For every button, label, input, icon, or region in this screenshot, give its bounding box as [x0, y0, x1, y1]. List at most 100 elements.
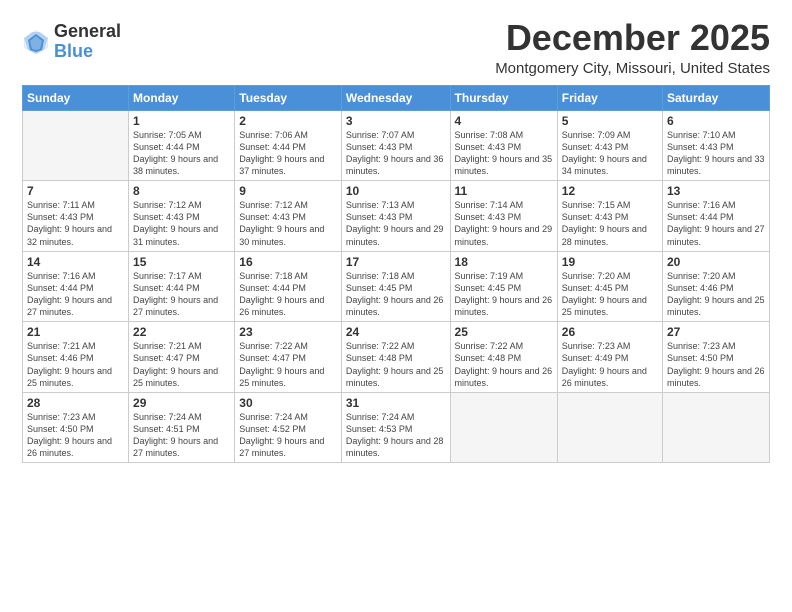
calendar-cell: 14Sunrise: 7:16 AMSunset: 4:44 PMDayligh…	[23, 251, 129, 322]
day-number: 12	[562, 184, 658, 198]
day-number: 2	[239, 114, 337, 128]
day-info: Sunrise: 7:19 AMSunset: 4:45 PMDaylight:…	[455, 270, 553, 319]
day-number: 1	[133, 114, 230, 128]
calendar-week-1: 7Sunrise: 7:11 AMSunset: 4:43 PMDaylight…	[23, 181, 770, 252]
day-number: 20	[667, 255, 765, 269]
day-info: Sunrise: 7:24 AMSunset: 4:52 PMDaylight:…	[239, 411, 337, 460]
day-info: Sunrise: 7:12 AMSunset: 4:43 PMDaylight:…	[239, 199, 337, 248]
calendar-header-row: SundayMondayTuesdayWednesdayThursdayFrid…	[23, 85, 770, 110]
calendar-week-0: 1Sunrise: 7:05 AMSunset: 4:44 PMDaylight…	[23, 110, 770, 181]
day-number: 15	[133, 255, 230, 269]
calendar-cell: 16Sunrise: 7:18 AMSunset: 4:44 PMDayligh…	[235, 251, 342, 322]
day-info: Sunrise: 7:15 AMSunset: 4:43 PMDaylight:…	[562, 199, 658, 248]
calendar-cell: 31Sunrise: 7:24 AMSunset: 4:53 PMDayligh…	[341, 392, 450, 463]
day-info: Sunrise: 7:10 AMSunset: 4:43 PMDaylight:…	[667, 129, 765, 178]
day-info: Sunrise: 7:16 AMSunset: 4:44 PMDaylight:…	[27, 270, 124, 319]
day-info: Sunrise: 7:21 AMSunset: 4:47 PMDaylight:…	[133, 340, 230, 389]
logo-icon	[22, 28, 50, 56]
day-number: 29	[133, 396, 230, 410]
calendar-cell: 12Sunrise: 7:15 AMSunset: 4:43 PMDayligh…	[557, 181, 662, 252]
day-number: 11	[455, 184, 553, 198]
page: General Blue December 2025 Montgomery Ci…	[0, 0, 792, 612]
calendar-cell: 1Sunrise: 7:05 AMSunset: 4:44 PMDaylight…	[129, 110, 235, 181]
calendar-cell: 2Sunrise: 7:06 AMSunset: 4:44 PMDaylight…	[235, 110, 342, 181]
calendar-header-saturday: Saturday	[663, 85, 770, 110]
day-number: 17	[346, 255, 446, 269]
calendar-cell: 27Sunrise: 7:23 AMSunset: 4:50 PMDayligh…	[663, 322, 770, 393]
calendar-cell: 15Sunrise: 7:17 AMSunset: 4:44 PMDayligh…	[129, 251, 235, 322]
day-info: Sunrise: 7:24 AMSunset: 4:53 PMDaylight:…	[346, 411, 446, 460]
calendar-table: SundayMondayTuesdayWednesdayThursdayFrid…	[22, 85, 770, 464]
day-info: Sunrise: 7:22 AMSunset: 4:47 PMDaylight:…	[239, 340, 337, 389]
title-area: December 2025 Montgomery City, Missouri,…	[495, 18, 770, 77]
calendar-cell: 6Sunrise: 7:10 AMSunset: 4:43 PMDaylight…	[663, 110, 770, 181]
calendar-cell: 3Sunrise: 7:07 AMSunset: 4:43 PMDaylight…	[341, 110, 450, 181]
calendar-cell: 17Sunrise: 7:18 AMSunset: 4:45 PMDayligh…	[341, 251, 450, 322]
day-number: 7	[27, 184, 124, 198]
day-number: 6	[667, 114, 765, 128]
calendar-header-wednesday: Wednesday	[341, 85, 450, 110]
calendar-header-tuesday: Tuesday	[235, 85, 342, 110]
day-info: Sunrise: 7:18 AMSunset: 4:45 PMDaylight:…	[346, 270, 446, 319]
calendar-week-2: 14Sunrise: 7:16 AMSunset: 4:44 PMDayligh…	[23, 251, 770, 322]
day-info: Sunrise: 7:23 AMSunset: 4:50 PMDaylight:…	[667, 340, 765, 389]
day-number: 31	[346, 396, 446, 410]
day-info: Sunrise: 7:20 AMSunset: 4:45 PMDaylight:…	[562, 270, 658, 319]
day-info: Sunrise: 7:17 AMSunset: 4:44 PMDaylight:…	[133, 270, 230, 319]
day-info: Sunrise: 7:18 AMSunset: 4:44 PMDaylight:…	[239, 270, 337, 319]
calendar-cell: 26Sunrise: 7:23 AMSunset: 4:49 PMDayligh…	[557, 322, 662, 393]
day-number: 25	[455, 325, 553, 339]
calendar-week-4: 28Sunrise: 7:23 AMSunset: 4:50 PMDayligh…	[23, 392, 770, 463]
day-number: 14	[27, 255, 124, 269]
day-number: 5	[562, 114, 658, 128]
day-info: Sunrise: 7:16 AMSunset: 4:44 PMDaylight:…	[667, 199, 765, 248]
calendar-cell: 23Sunrise: 7:22 AMSunset: 4:47 PMDayligh…	[235, 322, 342, 393]
location: Montgomery City, Missouri, United States	[495, 60, 770, 77]
day-info: Sunrise: 7:11 AMSunset: 4:43 PMDaylight:…	[27, 199, 124, 248]
day-info: Sunrise: 7:06 AMSunset: 4:44 PMDaylight:…	[239, 129, 337, 178]
day-info: Sunrise: 7:20 AMSunset: 4:46 PMDaylight:…	[667, 270, 765, 319]
logo-text: General Blue	[54, 22, 121, 62]
day-number: 13	[667, 184, 765, 198]
calendar-cell: 18Sunrise: 7:19 AMSunset: 4:45 PMDayligh…	[450, 251, 557, 322]
calendar-cell: 13Sunrise: 7:16 AMSunset: 4:44 PMDayligh…	[663, 181, 770, 252]
calendar-cell: 25Sunrise: 7:22 AMSunset: 4:48 PMDayligh…	[450, 322, 557, 393]
day-number: 3	[346, 114, 446, 128]
calendar-cell: 20Sunrise: 7:20 AMSunset: 4:46 PMDayligh…	[663, 251, 770, 322]
calendar-cell: 9Sunrise: 7:12 AMSunset: 4:43 PMDaylight…	[235, 181, 342, 252]
calendar-cell	[557, 392, 662, 463]
month-title: December 2025	[495, 18, 770, 58]
day-info: Sunrise: 7:09 AMSunset: 4:43 PMDaylight:…	[562, 129, 658, 178]
day-number: 8	[133, 184, 230, 198]
day-info: Sunrise: 7:24 AMSunset: 4:51 PMDaylight:…	[133, 411, 230, 460]
day-info: Sunrise: 7:22 AMSunset: 4:48 PMDaylight:…	[455, 340, 553, 389]
day-number: 10	[346, 184, 446, 198]
calendar-cell	[23, 110, 129, 181]
day-number: 21	[27, 325, 124, 339]
calendar-header-thursday: Thursday	[450, 85, 557, 110]
day-info: Sunrise: 7:05 AMSunset: 4:44 PMDaylight:…	[133, 129, 230, 178]
day-number: 4	[455, 114, 553, 128]
day-info: Sunrise: 7:12 AMSunset: 4:43 PMDaylight:…	[133, 199, 230, 248]
day-info: Sunrise: 7:21 AMSunset: 4:46 PMDaylight:…	[27, 340, 124, 389]
day-number: 28	[27, 396, 124, 410]
day-number: 27	[667, 325, 765, 339]
calendar-cell: 29Sunrise: 7:24 AMSunset: 4:51 PMDayligh…	[129, 392, 235, 463]
day-info: Sunrise: 7:22 AMSunset: 4:48 PMDaylight:…	[346, 340, 446, 389]
day-info: Sunrise: 7:23 AMSunset: 4:50 PMDaylight:…	[27, 411, 124, 460]
day-info: Sunrise: 7:14 AMSunset: 4:43 PMDaylight:…	[455, 199, 553, 248]
day-info: Sunrise: 7:08 AMSunset: 4:43 PMDaylight:…	[455, 129, 553, 178]
day-number: 22	[133, 325, 230, 339]
day-number: 23	[239, 325, 337, 339]
logo: General Blue	[22, 22, 121, 62]
calendar-cell: 10Sunrise: 7:13 AMSunset: 4:43 PMDayligh…	[341, 181, 450, 252]
calendar-cell	[663, 392, 770, 463]
calendar-cell: 24Sunrise: 7:22 AMSunset: 4:48 PMDayligh…	[341, 322, 450, 393]
day-info: Sunrise: 7:23 AMSunset: 4:49 PMDaylight:…	[562, 340, 658, 389]
calendar-cell	[450, 392, 557, 463]
logo-blue: Blue	[54, 42, 121, 62]
calendar-cell: 21Sunrise: 7:21 AMSunset: 4:46 PMDayligh…	[23, 322, 129, 393]
header: General Blue December 2025 Montgomery Ci…	[22, 18, 770, 77]
calendar-cell: 30Sunrise: 7:24 AMSunset: 4:52 PMDayligh…	[235, 392, 342, 463]
day-number: 9	[239, 184, 337, 198]
